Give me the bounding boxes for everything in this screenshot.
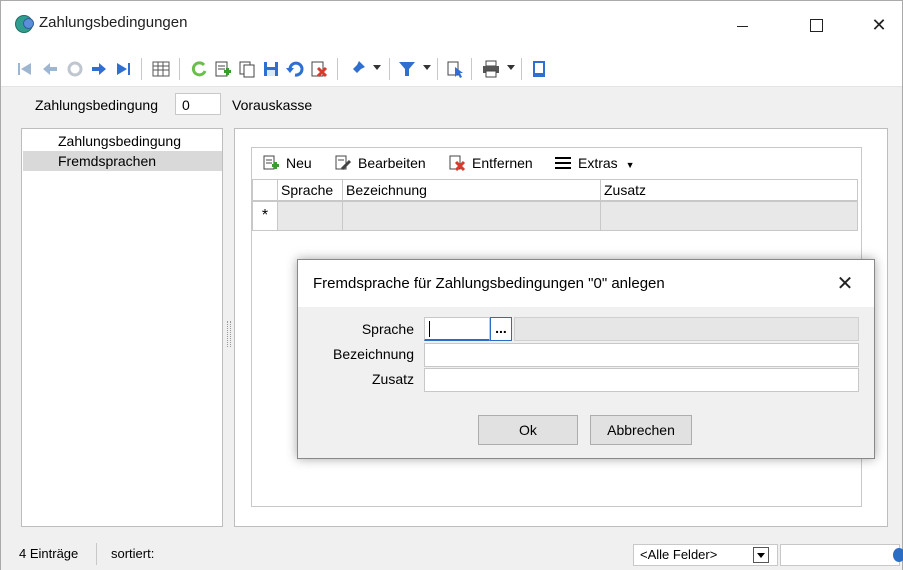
refresh-icon[interactable] (65, 59, 85, 79)
edit-icon (335, 155, 352, 171)
search-icon[interactable] (893, 548, 903, 562)
toolbar (1, 49, 902, 87)
column-header-zusatz[interactable]: Zusatz (600, 179, 858, 201)
status-bar: 4 Einträge sortiert: <Alle Felder> (1, 534, 903, 570)
remove-icon (449, 155, 466, 172)
column-header-bezeichnung[interactable]: Bezeichnung (342, 179, 601, 201)
next-record-icon[interactable] (89, 59, 109, 79)
payment-term-label: Zahlungsbedingung (35, 97, 158, 113)
payment-term-description: Vorauskasse (232, 97, 313, 113)
bezeichnung-label: Bezeichnung (333, 346, 414, 362)
sort-status: sortiert: (111, 546, 155, 561)
record-count: 4 Einträge (11, 543, 97, 565)
copy-record-icon[interactable] (237, 59, 257, 79)
window-title: Zahlungsbedingungen (39, 14, 188, 31)
previous-record-icon[interactable] (40, 59, 60, 79)
grid-toolbar: Neu Bearbeiten Entfernen Extras ▼ (252, 148, 861, 176)
filter-icon[interactable] (397, 59, 417, 79)
splitter-handle[interactable] (227, 321, 231, 347)
payment-term-number: 0 (175, 93, 221, 115)
dialog-title-bar: Fremdsprache für Zahlungsbedingungen "0"… (298, 260, 874, 307)
delete-icon[interactable] (309, 59, 329, 79)
dialog-body: Sprache ... Bezeichnung Zusatz Ok Abbrec… (298, 307, 874, 458)
remove-label: Entfernen (472, 155, 533, 171)
last-record-icon[interactable] (113, 59, 133, 79)
nav-item-zahlungsbedingung[interactable]: Zahlungsbedingung (23, 131, 222, 151)
title-bar: Zahlungsbedingungen ✕ (1, 1, 902, 49)
edit-label: Bearbeiten (358, 155, 426, 171)
zusatz-label: Zusatz (371, 371, 414, 387)
remove-button[interactable]: Entfernen (448, 154, 533, 172)
dialog-close-button[interactable]: ✕ (825, 269, 865, 299)
row-header-corner (252, 179, 278, 201)
menu-icon (555, 157, 571, 169)
close-window-button[interactable]: ✕ (856, 9, 902, 41)
pin-icon[interactable] (347, 59, 367, 79)
dialog-title: Fremdsprache für Zahlungsbedingungen "0"… (313, 275, 665, 292)
new-row-cell-sprache[interactable] (277, 201, 343, 231)
filter-dropdown-icon[interactable] (423, 65, 431, 70)
new-icon (263, 155, 279, 170)
text-cursor (429, 321, 430, 337)
new-button[interactable]: Neu (262, 154, 312, 172)
column-header-sprache[interactable]: Sprache (277, 179, 343, 201)
sprache-label: Sprache (361, 321, 414, 337)
zusatz-input[interactable] (424, 368, 859, 392)
navigation-list: Zahlungsbedingung Fremdsprachen (21, 128, 223, 527)
cursor-icon[interactable] (445, 59, 465, 79)
bezeichnung-input[interactable] (424, 343, 859, 367)
chevron-down-icon[interactable] (753, 547, 769, 563)
new-record-icon[interactable] (213, 59, 233, 79)
cancel-button[interactable]: Abbrechen (590, 415, 692, 445)
edit-button[interactable]: Bearbeiten (334, 154, 426, 172)
sprache-input[interactable] (424, 317, 490, 341)
sprache-description-field (514, 317, 859, 341)
print-dropdown-icon[interactable] (507, 65, 515, 70)
search-input[interactable] (780, 544, 903, 566)
ok-button[interactable]: Ok (478, 415, 578, 445)
extras-menu[interactable]: Extras ▼ (554, 154, 635, 172)
new-row-cell-zusatz[interactable] (600, 201, 858, 231)
filter-field-value: <Alle Felder> (640, 547, 718, 562)
print-icon[interactable] (481, 59, 501, 79)
reload-icon[interactable] (189, 59, 209, 79)
book-icon[interactable] (529, 59, 549, 79)
app-icon (15, 15, 34, 33)
first-record-icon[interactable] (15, 59, 35, 79)
maximize-button[interactable] (793, 9, 839, 41)
new-row-marker: * (252, 201, 278, 231)
chevron-down-icon: ▼ (625, 160, 635, 170)
pin-dropdown-icon[interactable] (373, 65, 381, 70)
table-view-icon[interactable] (151, 59, 171, 79)
browse-button[interactable]: ... (490, 317, 512, 341)
grid-header: Sprache Bezeichnung Zusatz (252, 179, 861, 201)
nav-item-fremdsprachen[interactable]: Fremdsprachen (23, 151, 222, 171)
new-row-cell-bezeichnung[interactable] (342, 201, 601, 231)
create-language-dialog: Fremdsprache für Zahlungsbedingungen "0"… (297, 259, 875, 459)
new-label: Neu (286, 155, 312, 171)
filter-field-select[interactable]: <Alle Felder> (633, 544, 778, 566)
header-row: Zahlungsbedingung 0 Vorauskasse (1, 87, 902, 123)
save-icon[interactable] (261, 59, 281, 79)
minimize-button[interactable] (719, 9, 765, 41)
undo-icon[interactable] (285, 59, 305, 79)
extras-label: Extras (578, 155, 618, 171)
